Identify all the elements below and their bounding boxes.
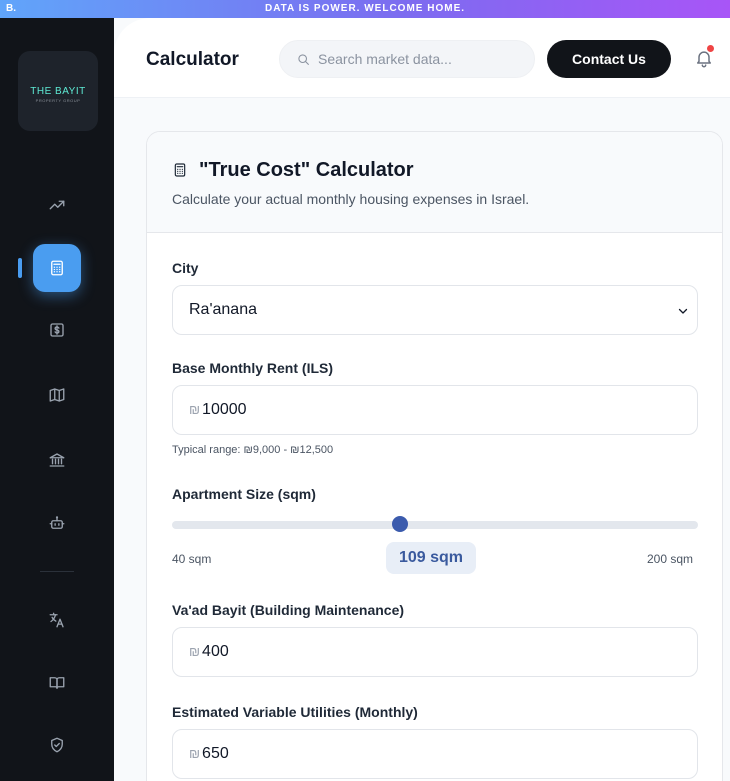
- card-subtitle: Calculate your actual monthly housing ex…: [172, 191, 530, 207]
- sidebar-item-calculator[interactable]: [33, 244, 81, 292]
- search-input[interactable]: [318, 41, 523, 77]
- sidebar-item-finance[interactable]: [33, 306, 81, 354]
- size-max-label: 200 sqm: [647, 552, 694, 566]
- sidebar-item-map[interactable]: [33, 371, 81, 419]
- logo[interactable]: THE BAYIT PROPERTY GROUP: [18, 51, 98, 131]
- vaad-input[interactable]: ₪ 400: [172, 627, 698, 677]
- city-select[interactable]: Ra'anana: [172, 285, 698, 335]
- shekel-symbol: ₪: [189, 402, 201, 417]
- shekel-symbol: ₪: [189, 644, 201, 659]
- city-value: Ra'anana: [189, 301, 257, 318]
- sidebar-item-trends[interactable]: [33, 181, 81, 229]
- shield-check-icon: [51, 737, 63, 753]
- book-icon: [49, 677, 65, 689]
- translate-icon: [49, 612, 64, 628]
- top-banner: B. DATA IS POWER. WELCOME HOME.: [0, 0, 730, 18]
- size-min-label: 40 sqm: [172, 552, 212, 566]
- sidebar-divider: [40, 571, 74, 572]
- rent-hint: Typical range: ₪9,000 - ₪12,500: [172, 444, 334, 456]
- calculator-card: "True Cost" Calculator Calculate your ac…: [146, 131, 723, 781]
- sidebar-item-guide[interactable]: [33, 659, 81, 707]
- search-icon: [298, 54, 309, 65]
- sidebar-item-bank[interactable]: [33, 436, 81, 484]
- dollar-sign-icon: [50, 323, 64, 337]
- active-indicator: [18, 258, 22, 278]
- rent-value: 10000: [202, 401, 247, 418]
- calculator-icon: [172, 162, 188, 178]
- calculator-icon: [51, 260, 63, 276]
- vaad-label: Va'ad Bayit (Building Maintenance): [172, 602, 405, 618]
- sidebar-item-assistant[interactable]: [33, 499, 81, 547]
- sidebar-item-language[interactable]: [33, 596, 81, 644]
- banner-message: DATA IS POWER. WELCOME HOME.: [264, 3, 466, 14]
- logo-tagline: PROPERTY GROUP: [35, 98, 81, 103]
- shekel-symbol: ₪: [189, 746, 201, 761]
- notifications-button[interactable]: [694, 45, 714, 68]
- size-slider-thumb[interactable]: [391, 516, 408, 532]
- card-title: "True Cost" Calculator: [199, 159, 414, 181]
- bank-icon: [49, 453, 65, 467]
- bot-icon: [49, 516, 65, 529]
- rent-label: Base Monthly Rent (ILS): [172, 360, 334, 376]
- vaad-value: 400: [202, 643, 229, 660]
- size-slider-track[interactable]: [172, 521, 698, 529]
- notification-badge: [707, 45, 714, 52]
- trending-up-icon: [49, 200, 65, 210]
- utilities-label: Estimated Variable Utilities (Monthly): [172, 704, 418, 720]
- card-header: "True Cost" Calculator Calculate your ac…: [147, 132, 722, 233]
- sidebar-item-security[interactable]: [33, 721, 81, 769]
- utilities-value: 650: [202, 745, 229, 762]
- utilities-input[interactable]: ₪ 650: [172, 729, 698, 779]
- main-content: Calculator Contact Us "True Cost" Calcul…: [114, 18, 730, 781]
- page-title: Calculator: [146, 49, 239, 70]
- size-value-badge: 109 sqm: [386, 542, 476, 574]
- logo-name: THE BAYIT: [30, 86, 86, 97]
- rent-input[interactable]: ₪ 10000: [172, 385, 698, 435]
- city-label: City: [172, 260, 199, 276]
- search-box[interactable]: [279, 40, 535, 78]
- sidebar: THE BAYIT PROPERTY GROUP: [0, 18, 114, 781]
- contact-us-button[interactable]: Contact Us: [547, 40, 671, 78]
- chevron-down-icon: [677, 304, 689, 316]
- map-icon: [49, 388, 65, 402]
- top-header: Calculator Contact Us: [114, 18, 730, 98]
- size-label: Apartment Size (sqm): [172, 486, 316, 502]
